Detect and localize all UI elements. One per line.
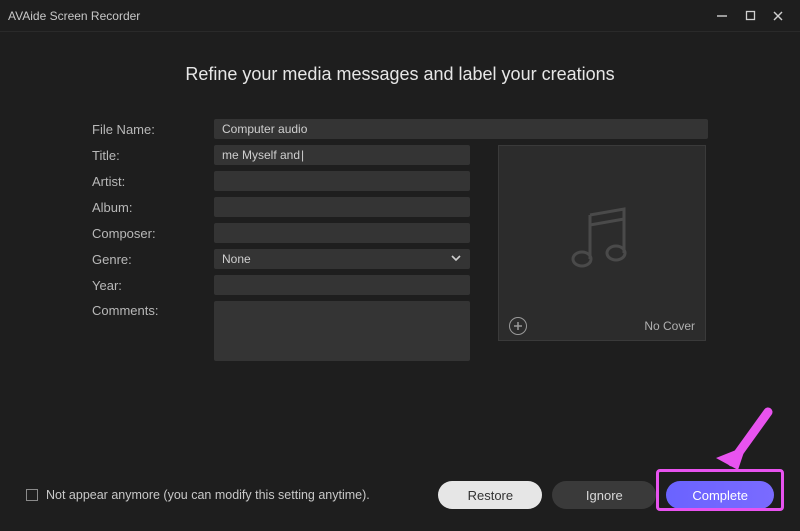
minimize-button[interactable] [708,2,736,30]
add-cover-button[interactable] [509,317,527,335]
music-note-icon [560,199,644,288]
label-composer: Composer: [92,226,214,241]
content-area: Refine your media messages and label you… [0,32,800,361]
annotation-arrow-icon [690,400,790,490]
no-cover-label: No Cover [644,319,695,333]
title-field[interactable]: me Myself and [214,145,470,165]
chevron-down-icon [450,252,462,267]
genre-select[interactable]: None [214,249,470,269]
label-filename: File Name: [92,122,214,137]
label-album: Album: [92,200,214,215]
label-title: Title: [92,148,214,163]
composer-field[interactable] [214,223,470,243]
cover-art-box: No Cover [498,145,706,341]
comments-field[interactable] [214,301,470,361]
label-year: Year: [92,278,214,293]
maximize-button[interactable] [736,2,764,30]
album-field[interactable] [214,197,470,217]
filename-field[interactable] [214,119,708,139]
label-comments: Comments: [92,301,214,318]
titlebar: AVAide Screen Recorder [0,0,800,32]
close-button[interactable] [764,2,792,30]
complete-button[interactable]: Complete [666,481,774,509]
footer: Not appear anymore (you can modify this … [0,481,800,509]
label-artist: Artist: [92,174,214,189]
restore-button[interactable]: Restore [438,481,542,509]
year-field[interactable] [214,275,470,295]
label-genre: Genre: [92,252,214,267]
page-heading: Refine your media messages and label you… [92,64,708,85]
not-appear-checkbox[interactable] [26,489,38,501]
ignore-button[interactable]: Ignore [552,481,656,509]
artist-field[interactable] [214,171,470,191]
not-appear-label: Not appear anymore (you can modify this … [46,488,370,502]
genre-value: None [222,252,251,266]
app-title: AVAide Screen Recorder [8,9,140,23]
